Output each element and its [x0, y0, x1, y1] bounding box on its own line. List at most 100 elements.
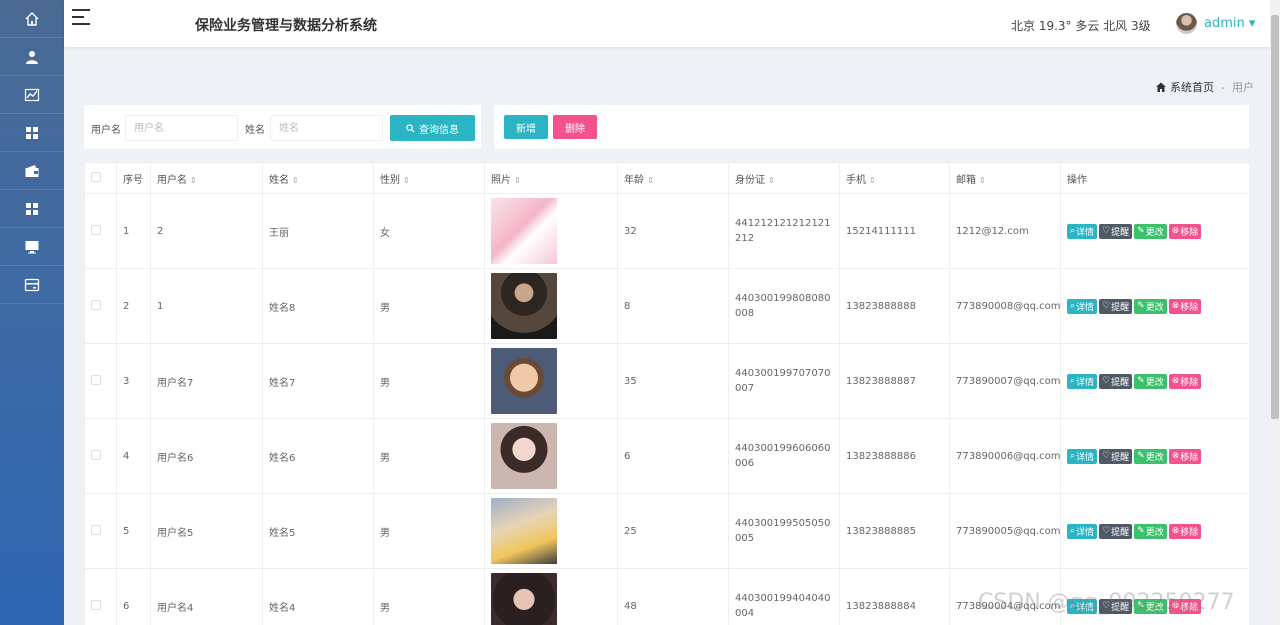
remind-button[interactable]: ♡ 提醒: [1099, 373, 1133, 389]
row-checkbox[interactable]: [91, 449, 101, 460]
edit-button[interactable]: ✎ 更改: [1134, 523, 1167, 539]
chart-icon: [24, 88, 40, 101]
close-circle-icon: ⊗: [1171, 376, 1180, 386]
idcard-value: 440300199606060006: [735, 443, 831, 469]
cell-photo: [484, 493, 618, 569]
remove-button[interactable]: ⊗ 移除: [1168, 448, 1202, 464]
remind-button[interactable]: ♡ 提醒: [1099, 298, 1133, 314]
query-button[interactable]: 查询信息: [390, 115, 475, 141]
cell-username: 用户名7: [150, 343, 263, 419]
sidebar-item-chart[interactable]: [0, 76, 64, 114]
close-circle-icon: ⊗: [1171, 526, 1180, 536]
cell-gender: 男: [373, 418, 485, 494]
header-age[interactable]: 年龄 ⇕: [617, 162, 729, 194]
row-checkbox[interactable]: [91, 599, 101, 610]
sidebar-item-grid-2[interactable]: [0, 190, 64, 228]
header-gender[interactable]: 性别 ⇕: [373, 162, 485, 194]
heart-icon: ♡: [1102, 376, 1111, 386]
cell-phone: 13823888887: [839, 343, 950, 419]
sidebar-item-user[interactable]: [0, 38, 64, 76]
user-menu[interactable]: admin ▾: [1204, 16, 1255, 31]
row-select-cell[interactable]: [84, 193, 117, 269]
username-search-input[interactable]: [125, 115, 238, 141]
row-checkbox[interactable]: [91, 224, 101, 235]
cell-age: 6: [617, 418, 729, 494]
remove-button[interactable]: ⊗ 移除: [1168, 223, 1202, 239]
menu-toggle-icon[interactable]: [72, 9, 92, 27]
sort-icon: ⇕: [403, 175, 410, 185]
sidebar-item-monitor[interactable]: [0, 228, 64, 266]
watermark: CSDN @qq_992250277: [978, 590, 1235, 615]
sidebar-item-grid[interactable]: [0, 114, 64, 152]
pencil-icon: ✎: [1137, 376, 1145, 386]
cell-email: 773890007@qq.com: [949, 343, 1061, 419]
cell-photo: [484, 193, 618, 269]
header-name[interactable]: 姓名 ⇕: [262, 162, 374, 194]
table-row: 1 2 王丽 女 32 441212121212121212 152141111…: [84, 193, 1249, 269]
header-phone[interactable]: 手机 ⇕: [839, 162, 950, 194]
detail-button[interactable]: ⌕ 详情: [1067, 298, 1098, 314]
avatar[interactable]: [1176, 13, 1197, 34]
remind-button[interactable]: ♡ 提醒: [1099, 523, 1133, 539]
page-scrollbar[interactable]: [1270, 0, 1280, 625]
detail-button[interactable]: ⌕ 详情: [1067, 223, 1098, 239]
close-circle-icon: ⊗: [1171, 226, 1180, 236]
remove-button[interactable]: ⊗ 移除: [1168, 523, 1202, 539]
idcard-value: 440300199808080008: [735, 293, 831, 319]
row-checkbox[interactable]: [91, 374, 101, 385]
table-header-row: 序号 用户名 ⇕ 姓名 ⇕ 性别 ⇕ 照片 ⇕ 年龄 ⇕ 身份证 ⇕ 手机 ⇕ 邮箱 ⇕ 操作: [84, 162, 1249, 194]
row-select-cell[interactable]: [84, 268, 117, 344]
cell-actions: ⌕ 详情 ♡ 提醒 ✎ 更改 ⊗ 移除: [1060, 418, 1249, 494]
user-photo: [491, 198, 557, 264]
add-button[interactable]: 新增: [504, 115, 548, 139]
edit-button[interactable]: ✎ 更改: [1134, 223, 1167, 239]
edit-button[interactable]: ✎ 更改: [1134, 373, 1167, 389]
cell-photo: [484, 418, 618, 494]
detail-button[interactable]: ⌕ 详情: [1067, 523, 1098, 539]
row-checkbox[interactable]: [91, 524, 101, 535]
cell-age: 25: [617, 493, 729, 569]
pencil-icon: ✎: [1137, 526, 1145, 536]
delete-button[interactable]: 删除: [553, 115, 597, 139]
pencil-icon: ✎: [1137, 451, 1145, 461]
user-table: 序号 用户名 ⇕ 姓名 ⇕ 性别 ⇕ 照片 ⇕ 年龄 ⇕ 身份证 ⇕ 手机 ⇕ 邮箱 ⇕ 操作 …: [84, 162, 1249, 625]
row-select-cell[interactable]: [84, 568, 117, 625]
cell-name: 王丽: [262, 193, 374, 269]
header-photo[interactable]: 照片 ⇕: [484, 162, 618, 194]
row-select-cell[interactable]: [84, 343, 117, 419]
edit-button[interactable]: ✎ 更改: [1134, 448, 1167, 464]
cell-email: 773890008@qq.com: [949, 268, 1061, 344]
edit-button[interactable]: ✎ 更改: [1134, 298, 1167, 314]
remind-button[interactable]: ♡ 提醒: [1099, 448, 1133, 464]
row-select-cell[interactable]: [84, 493, 117, 569]
remove-button[interactable]: ⊗ 移除: [1168, 298, 1202, 314]
header-email[interactable]: 邮箱 ⇕: [949, 162, 1061, 194]
action-panel: 新增 删除: [494, 105, 1249, 149]
breadcrumb-home[interactable]: 系统首页: [1170, 79, 1214, 95]
header-idcard[interactable]: 身份证 ⇕: [728, 162, 840, 194]
cell-photo: [484, 568, 618, 625]
remove-button[interactable]: ⊗ 移除: [1168, 373, 1202, 389]
name-search-input[interactable]: [270, 115, 383, 141]
cell-no: 1: [116, 193, 151, 269]
row-select-cell[interactable]: [84, 418, 117, 494]
sidebar-item-card[interactable]: [0, 266, 64, 304]
cell-age: 48: [617, 568, 729, 625]
table-row: 2 1 姓名8 男 8 440300199808080008 138238888…: [84, 268, 1249, 344]
cell-username: 1: [150, 268, 263, 344]
breadcrumb-separator: -: [1221, 80, 1225, 94]
detail-button[interactable]: ⌕ 详情: [1067, 448, 1098, 464]
sidebar-item-home[interactable]: [0, 0, 64, 38]
idcard-value: 440300199505050005: [735, 518, 831, 544]
scrollbar-thumb[interactable]: [1271, 15, 1279, 419]
select-all-cell[interactable]: [84, 162, 117, 194]
select-all-checkbox[interactable]: [91, 171, 101, 182]
row-checkbox[interactable]: [91, 299, 101, 310]
cell-photo: [484, 343, 618, 419]
sidebar-item-wallet[interactable]: [0, 152, 64, 190]
table-row: 5 用户名5 姓名5 男 25 440300199505050005 13823…: [84, 493, 1249, 569]
header-username[interactable]: 用户名 ⇕: [150, 162, 263, 194]
detail-button[interactable]: ⌕ 详情: [1067, 373, 1098, 389]
remind-button[interactable]: ♡ 提醒: [1099, 223, 1133, 239]
cell-idcard: 440300199707070007: [728, 343, 840, 419]
